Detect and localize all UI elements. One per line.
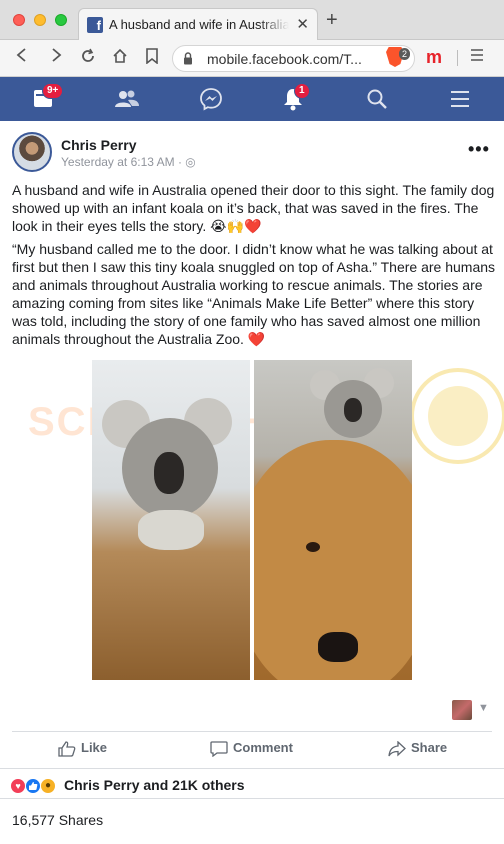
comment-icon (210, 740, 228, 757)
hamburger-menu-icon (451, 91, 469, 107)
nav-notifications[interactable]: 1 (272, 77, 312, 121)
post-author-name[interactable]: Chris Perry (61, 137, 136, 153)
post-actions: Like Comment Share (12, 731, 492, 767)
search-icon (367, 89, 387, 109)
home-badge: 9+ (42, 83, 64, 99)
share-label: Share (411, 740, 448, 755)
browser-tab-bar: f A husband and wife in Australia opened… (0, 0, 504, 40)
turnbackhoax-seal (410, 368, 504, 464)
comment-label: Comment (233, 740, 293, 755)
friends-icon (115, 90, 139, 107)
forward-icon[interactable] (46, 48, 66, 68)
post-paragraph: “My husband called me to the door. I did… (12, 241, 496, 347)
tab-title: A husband and wife in Australia opened t… (109, 17, 289, 32)
more-options-icon[interactable]: ••• (468, 139, 490, 160)
notifications-badge: 1 (294, 83, 310, 99)
nav-search[interactable] (356, 77, 396, 121)
comment-button[interactable]: Comment (210, 740, 293, 760)
close-window-button[interactable] (13, 14, 25, 26)
messenger-icon (200, 88, 222, 111)
facebook-favicon-icon: f (87, 17, 103, 33)
like-label: Like (81, 740, 108, 755)
nav-home[interactable]: 9+ (24, 77, 64, 121)
share-icon (388, 740, 406, 757)
nav-friends[interactable] (106, 77, 146, 121)
home-icon[interactable] (110, 48, 130, 68)
like-reaction-icon (25, 778, 41, 794)
tab-close-icon[interactable]: ✕ (296, 15, 309, 33)
post-photo-koala[interactable] (92, 360, 250, 680)
post-photo-dog[interactable] (254, 360, 412, 680)
toolbar-divider (457, 50, 458, 66)
koala-chest (138, 510, 204, 550)
shares-count: 16,577 Shares (12, 812, 104, 828)
post-paragraph: A husband and wife in Australia opened t… (12, 182, 495, 234)
avatar[interactable] (12, 132, 52, 172)
reactions-bar[interactable]: ♥ ● Chris Perry and 21K others (0, 768, 504, 798)
browser-menu-icon[interactable] (470, 48, 484, 67)
chevron-down-icon[interactable]: ▼ (478, 702, 489, 714)
nav-menu[interactable] (440, 77, 480, 121)
post-timestamp[interactable]: Yesterday at 6:13 AM · ◎ (61, 155, 196, 169)
post-body: A husband and wife in Australia opened t… (12, 181, 496, 353)
love-reaction-icon: ♥ (10, 778, 26, 794)
nav-messenger[interactable] (190, 77, 230, 121)
facebook-nav-bar: 9+ 1 (0, 77, 504, 121)
new-tab-button[interactable]: + (326, 10, 338, 30)
lock-icon (184, 52, 192, 65)
reload-icon[interactable] (78, 48, 98, 68)
url-text: mobile.facebook.com/T... (207, 51, 362, 67)
back-icon[interactable] (12, 48, 32, 68)
address-bar[interactable]: mobile.facebook.com/T... (172, 45, 415, 72)
comment-as-avatar[interactable] (452, 700, 472, 720)
share-button[interactable]: Share (388, 740, 447, 760)
seal-center (428, 386, 488, 446)
dog-eye (306, 542, 320, 552)
reactions-summary: Chris Perry and 21K others (64, 777, 245, 793)
koala-nose (344, 398, 362, 422)
browser-tab-active[interactable]: f A husband and wife in Australia opened… (78, 8, 318, 40)
sad-reaction-icon: ● (40, 778, 56, 794)
minimize-window-button[interactable] (34, 14, 46, 26)
zoom-window-button[interactable] (55, 14, 67, 26)
koala-nose (154, 452, 184, 494)
like-button[interactable]: Like (58, 740, 107, 760)
shield-count-badge: 2 (399, 48, 411, 60)
extension-m-icon[interactable]: m (426, 47, 442, 68)
shares-bar[interactable]: 16,577 Shares (0, 798, 504, 844)
dog-nose (318, 632, 358, 662)
bookmark-icon[interactable] (142, 48, 162, 68)
thumbs-up-icon (58, 740, 76, 757)
